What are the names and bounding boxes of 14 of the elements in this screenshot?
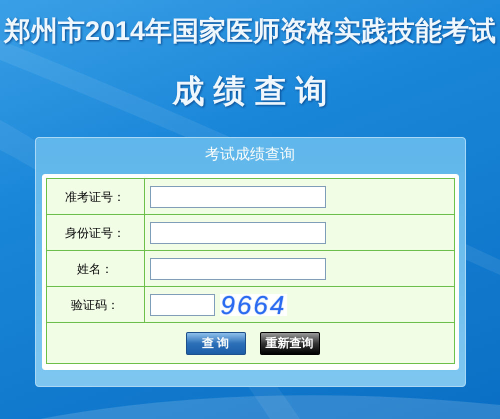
input-field[interactable] — [150, 222, 326, 244]
field-label: 验证码： — [71, 296, 119, 314]
field-label: 准考证号： — [65, 188, 125, 206]
input-field[interactable] — [150, 186, 326, 208]
page-title: 郑州市2014年国家医师资格实践技能考试 — [4, 15, 496, 47]
page-subtitle: 成 绩 查 询 — [172, 72, 328, 110]
panel-title: 考试成绩查询 — [205, 145, 295, 165]
captcha-field[interactable] — [150, 294, 214, 316]
field-label: 姓名： — [77, 260, 113, 278]
reset-button[interactable]: 重新查询 — [260, 332, 320, 354]
query-button[interactable]: 查 询 — [186, 332, 246, 354]
field-label: 身份证号： — [65, 224, 125, 242]
input-field[interactable] — [150, 258, 326, 280]
captcha-image: 9664 — [220, 294, 288, 316]
